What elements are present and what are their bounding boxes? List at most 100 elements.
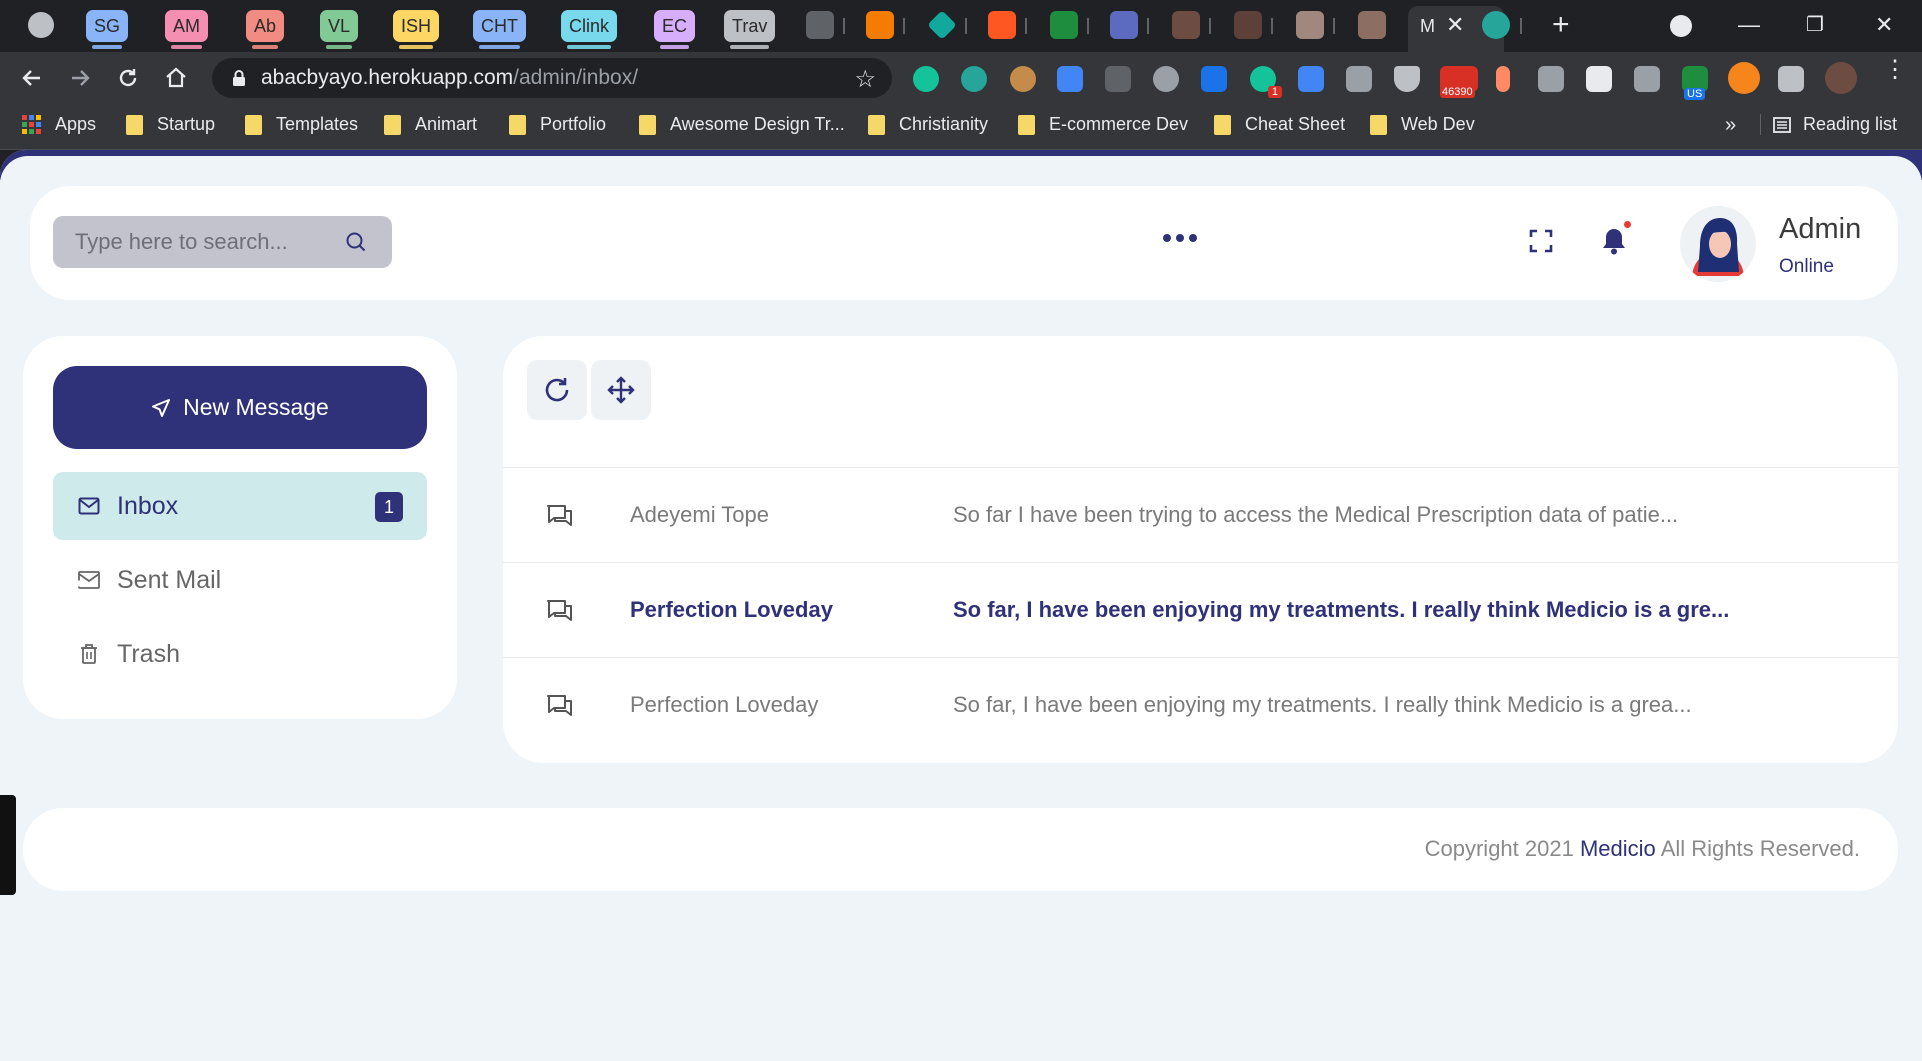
bookmark-folder[interactable]: Portfolio bbox=[509, 114, 606, 135]
sidebar-item-trash[interactable]: Trash bbox=[53, 620, 427, 688]
tab-sg[interactable]: SG bbox=[86, 9, 129, 49]
envelope-icon bbox=[77, 497, 101, 515]
tab-vl[interactable]: VL bbox=[320, 9, 359, 49]
notification-bell-icon[interactable] bbox=[1600, 221, 1631, 256]
profile-avatar-icon[interactable] bbox=[1825, 62, 1857, 94]
puzzle-icon[interactable] bbox=[1778, 66, 1804, 92]
tab-ish[interactable]: ISH bbox=[393, 9, 440, 49]
bookmark-label: Apps bbox=[55, 114, 97, 134]
f-extension-icon[interactable] bbox=[1634, 66, 1660, 92]
location-icon[interactable] bbox=[1201, 66, 1227, 92]
code-icon[interactable] bbox=[1105, 66, 1131, 92]
forward-icon[interactable] bbox=[64, 62, 96, 94]
new-tab-icon[interactable]: + bbox=[1552, 8, 1570, 42]
sidebar-item-inbox[interactable]: Inbox 1 bbox=[53, 472, 427, 540]
tab-clink[interactable]: Clink bbox=[561, 9, 618, 49]
b-tab-icon[interactable] bbox=[866, 11, 894, 39]
tab-cht[interactable]: CHT bbox=[473, 9, 526, 49]
fullscreen-icon[interactable] bbox=[1529, 229, 1553, 253]
brand-link[interactable]: Medicio bbox=[1580, 836, 1656, 861]
admin-avatar[interactable] bbox=[1680, 206, 1756, 282]
grammarly-badge: 1 bbox=[1267, 86, 1282, 98]
briefcase-tab-icon[interactable] bbox=[806, 11, 834, 39]
bookmark-folder[interactable]: Awesome Design Tr... bbox=[639, 114, 845, 135]
bookmark-folder[interactable]: Templates bbox=[245, 114, 358, 135]
notion-icon[interactable] bbox=[1586, 66, 1612, 92]
bookmark-folder[interactable]: E-commerce Dev bbox=[1018, 114, 1188, 135]
photo-tab-icon[interactable] bbox=[1358, 11, 1386, 39]
active-tab-label: M bbox=[1420, 16, 1435, 36]
sidebar-item-label: Inbox bbox=[117, 491, 179, 520]
refresh-button[interactable] bbox=[527, 360, 587, 420]
tab-search-icon[interactable] bbox=[1670, 15, 1692, 37]
move-button[interactable] bbox=[591, 360, 651, 420]
folder-icon bbox=[1370, 114, 1387, 135]
page: Admin Online New Message Inbox 1 bbox=[0, 150, 1922, 1061]
back-icon[interactable] bbox=[16, 62, 48, 94]
folder-icon bbox=[868, 114, 885, 135]
reload-icon[interactable] bbox=[112, 62, 144, 94]
message-sender: Adeyemi Tope bbox=[630, 502, 770, 527]
grammarly-icon[interactable] bbox=[913, 66, 939, 92]
close-tab-icon[interactable]: ✕ bbox=[1446, 12, 1464, 38]
photo-tab-icon[interactable] bbox=[1172, 11, 1200, 39]
bookmarks-overflow-button[interactable]: » bbox=[1725, 114, 1736, 137]
n-tab-icon[interactable] bbox=[988, 11, 1016, 39]
cat-tab-icon[interactable] bbox=[1110, 11, 1138, 39]
home-icon[interactable] bbox=[160, 62, 192, 94]
move-arrows-icon bbox=[607, 376, 635, 404]
photo-tab-icon[interactable] bbox=[1234, 11, 1262, 39]
tab-pill: Trav bbox=[724, 10, 776, 49]
restore-icon[interactable]: ❐ bbox=[1806, 12, 1824, 37]
translate-icon[interactable] bbox=[1298, 66, 1324, 92]
bookmark-folder[interactable]: Animart bbox=[384, 114, 477, 135]
bookmark-folder[interactable]: Cheat Sheet bbox=[1214, 114, 1345, 135]
reading-list-button[interactable]: Reading list bbox=[1760, 114, 1897, 135]
q-tab-icon[interactable] bbox=[1050, 11, 1078, 39]
bookmark-apps[interactable]: Apps bbox=[22, 114, 96, 135]
m-tab-icon[interactable] bbox=[1482, 11, 1510, 39]
more-options-icon[interactable] bbox=[1163, 234, 1197, 242]
globe-tab-icon[interactable] bbox=[28, 12, 54, 38]
cookie-icon[interactable] bbox=[1010, 66, 1036, 92]
bookmark-folder[interactable]: Startup bbox=[126, 114, 215, 135]
chat-bubble-icon bbox=[546, 694, 574, 718]
camera-icon[interactable] bbox=[1538, 66, 1564, 92]
vpn-icon[interactable]: US bbox=[1682, 66, 1708, 100]
bookmark-label: Web Dev bbox=[1401, 114, 1475, 134]
a-extension-icon[interactable] bbox=[1057, 66, 1083, 92]
shield-icon[interactable] bbox=[1394, 66, 1420, 92]
tab-trav[interactable]: Trav bbox=[724, 9, 776, 49]
search-icon[interactable] bbox=[345, 231, 367, 253]
bookmark-folder[interactable]: Web Dev bbox=[1370, 114, 1475, 135]
m-extension-icon[interactable] bbox=[961, 66, 987, 92]
message-row-unread[interactable]: Perfection Loveday So far, I have been e… bbox=[503, 562, 1898, 657]
bookmark-star-icon[interactable]: ☆ bbox=[854, 65, 876, 94]
tab-am[interactable]: AM bbox=[165, 9, 208, 49]
tab-ec[interactable]: EC bbox=[654, 9, 696, 49]
diamond-tab-icon[interactable] bbox=[927, 10, 957, 40]
tab-pill: VL bbox=[320, 10, 359, 49]
mail-icon[interactable]: 46390 bbox=[1440, 66, 1478, 98]
page-background: Admin Online New Message Inbox 1 bbox=[0, 156, 1922, 1061]
bookmark-folder[interactable]: Christianity bbox=[868, 114, 988, 135]
new-message-button[interactable]: New Message bbox=[53, 366, 427, 449]
address-bar[interactable]: abacbyayo.herokuapp.com/admin/inbox/ ☆ bbox=[212, 58, 892, 98]
bookmarks-bar: Apps Startup Templates Animart Portfolio… bbox=[0, 104, 1922, 150]
sidebar-item-sent-mail[interactable]: Sent Mail bbox=[53, 546, 427, 614]
record-icon[interactable] bbox=[1153, 66, 1179, 92]
refresh-icon bbox=[542, 375, 572, 405]
printer-icon[interactable] bbox=[1346, 66, 1372, 92]
a-badge-icon[interactable]: 1 bbox=[1250, 66, 1282, 98]
minimize-icon[interactable]: — bbox=[1738, 12, 1760, 38]
message-row[interactable]: Adeyemi Tope So far I have been trying t… bbox=[503, 467, 1898, 562]
message-row[interactable]: Perfection Loveday So far, I have been e… bbox=[503, 657, 1898, 752]
mail-count-badge: 46390 bbox=[1440, 86, 1475, 98]
search-input[interactable] bbox=[75, 229, 345, 255]
metamask-icon[interactable] bbox=[1728, 62, 1760, 94]
photo-tab-icon[interactable] bbox=[1296, 11, 1324, 39]
close-window-icon[interactable]: ✕ bbox=[1875, 12, 1893, 38]
browser-menu-icon[interactable]: ⋮ bbox=[1883, 58, 1907, 82]
capsule-icon[interactable] bbox=[1496, 66, 1510, 92]
tab-ab[interactable]: Ab bbox=[246, 9, 285, 49]
